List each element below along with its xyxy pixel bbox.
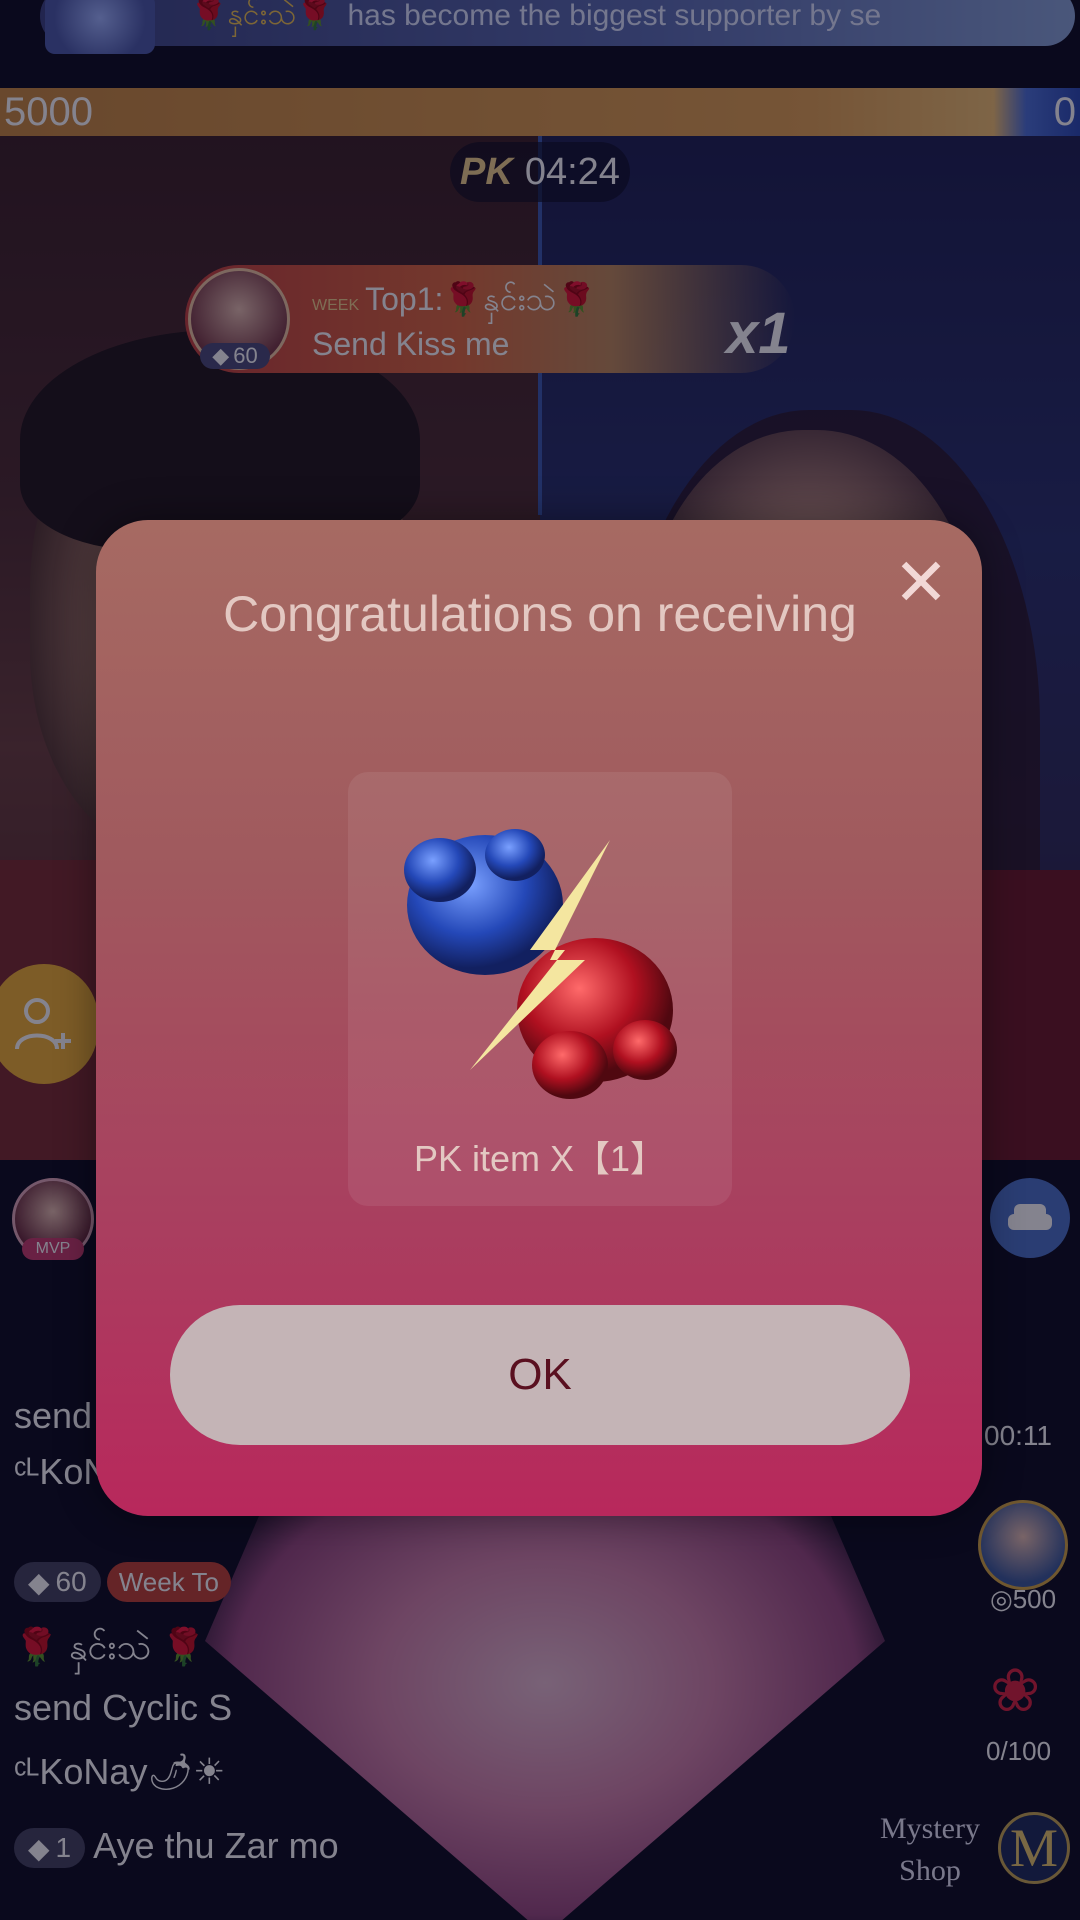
dialog-title: Congratulations on receiving [223, 586, 857, 642]
boxing-gloves-icon [404, 829, 677, 1099]
ok-button[interactable]: OK [170, 1305, 910, 1445]
gift-caption: PK item X【1】 [413, 1138, 667, 1179]
